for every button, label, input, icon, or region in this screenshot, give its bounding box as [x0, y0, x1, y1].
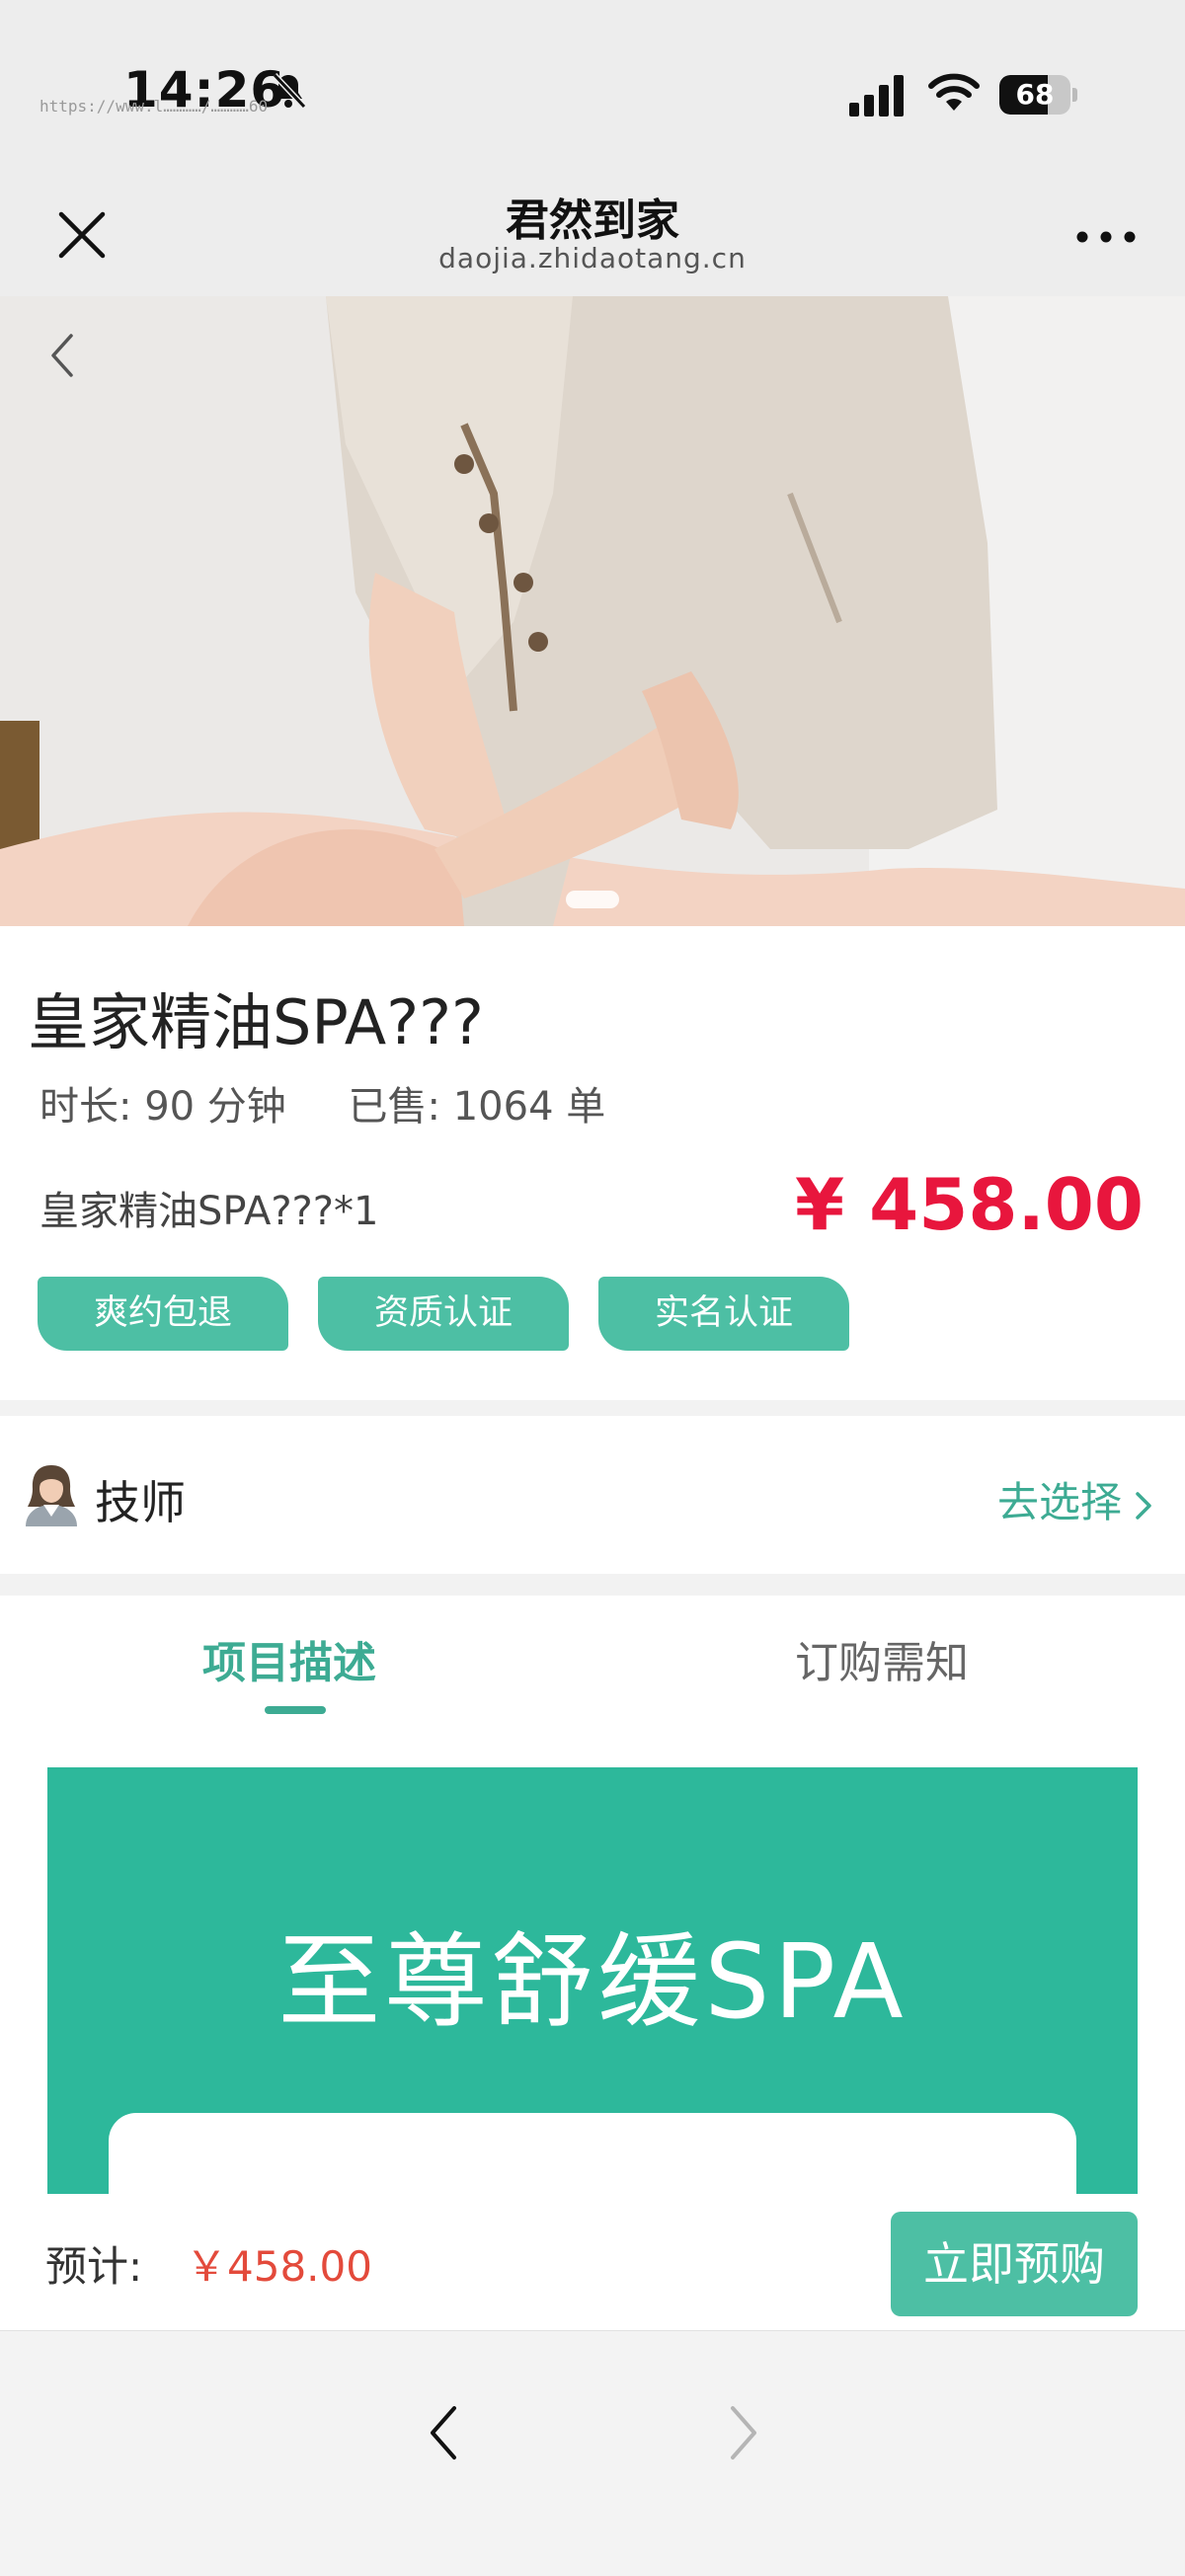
technician-label: 技师 — [95, 1476, 186, 1529]
back-arrow-icon[interactable] — [40, 326, 89, 385]
product-sku: 皇家精油SPA???*1 — [40, 1189, 379, 1234]
nav-back-icon[interactable] — [425, 2400, 464, 2465]
select-technician-label: 去选择 — [996, 1478, 1122, 1526]
detail-tabs: 项目描述 订购需知 — [0, 1596, 1185, 1714]
section-divider — [0, 1574, 1185, 1596]
active-tab-indicator — [265, 1706, 326, 1714]
browser-toolbar — [0, 2330, 1185, 2576]
battery-icon: 68 — [999, 75, 1077, 115]
spa-photo — [0, 296, 1185, 926]
service-duration: 时长: 90 分钟 — [40, 1084, 286, 1130]
tab-description[interactable]: 项目描述 — [202, 1627, 376, 1690]
nav-forward-icon[interactable] — [723, 2400, 762, 2465]
tag-no-show-refund: 爽约包退 — [38, 1277, 288, 1351]
product-meta: 时长: 90 分钟 已售: 1064 单 — [40, 1074, 655, 1132]
url-watermark: https://www.l…………/…………60 — [40, 97, 269, 116]
section-divider — [0, 1400, 1185, 1416]
close-icon[interactable] — [49, 202, 115, 268]
estimate-label: 预计: — [45, 2242, 143, 2291]
tag-qualification: 资质认证 — [318, 1277, 569, 1351]
select-technician-button[interactable]: 去选择 — [997, 1469, 1155, 1529]
page-title: 君然到家 — [506, 195, 679, 246]
chevron-right-icon — [1136, 1491, 1151, 1520]
battery-percent: 68 — [1015, 78, 1055, 111]
tag-real-name: 实名认证 — [598, 1277, 849, 1351]
product-name: 皇家精油SPA??? — [28, 986, 484, 1058]
webview-nav-bar: 君然到家 daojia.zhidaotang.cn — [0, 173, 1185, 296]
technician-avatar-icon — [26, 1465, 77, 1526]
banner-title: 至尊舒缓SPA — [277, 1921, 908, 2042]
more-icon[interactable] — [1066, 212, 1146, 262]
carousel-indicator — [566, 891, 619, 908]
bell-off-icon — [272, 72, 307, 110]
guarantee-tags: 爽约包退 资质认证 实名认证 — [38, 1277, 849, 1351]
estimate-price: ￥458.00 — [186, 2242, 372, 2291]
purchase-bar: 预计: ￥458.00 立即预购 — [0, 2194, 1185, 2330]
technician-row[interactable]: 技师 去选择 — [0, 1416, 1185, 1574]
status-bar: 14:26 https://www.l…………/…………60 68 — [0, 0, 1185, 173]
description-banner: 至尊舒缓SPA — [47, 1767, 1138, 2194]
book-now-button[interactable]: 立即预购 — [891, 2212, 1138, 2316]
wifi-icon — [928, 73, 980, 111]
tab-order-notice[interactable]: 订购需知 — [795, 1627, 969, 1690]
sold-count: 已售: 1064 单 — [348, 1084, 606, 1130]
product-info: 皇家精油SPA??? 时长: 90 分钟 已售: 1064 单 皇家精油SPA?… — [0, 926, 1185, 1400]
signal-icon — [849, 75, 904, 117]
hero-image-carousel[interactable] — [0, 296, 1185, 926]
page-url: daojia.zhidaotang.cn — [438, 242, 747, 274]
banner-card — [109, 2113, 1076, 2194]
product-price: ¥ 458.00 — [794, 1163, 1144, 1246]
